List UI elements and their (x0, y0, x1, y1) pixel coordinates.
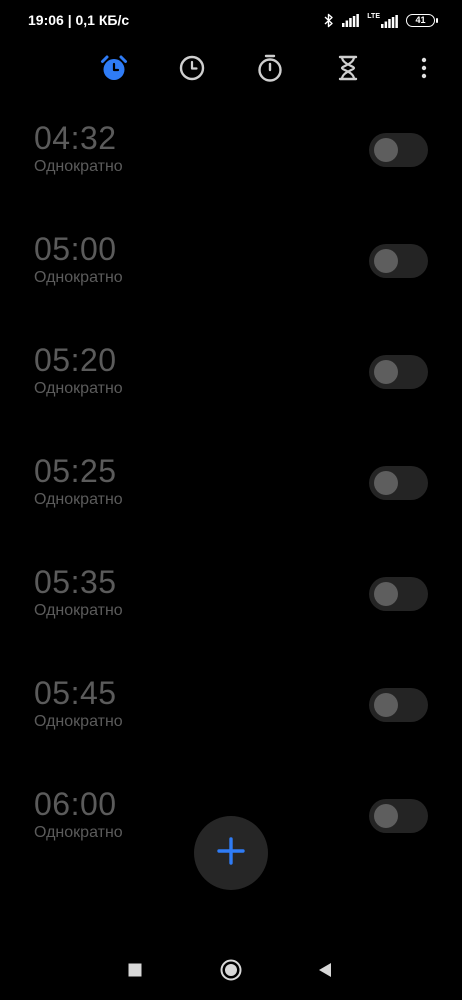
stopwatch-icon (256, 53, 284, 83)
toggle-knob (374, 804, 398, 828)
alarm-toggle[interactable] (369, 244, 428, 278)
toggle-knob (374, 360, 398, 384)
alarm-item[interactable]: 05:00 Однократно (0, 223, 462, 334)
toggle-knob (374, 471, 398, 495)
alarm-toggle[interactable] (369, 577, 428, 611)
status-bar: 19:06 | 0,1 КБ/с LTE 41 (0, 0, 462, 42)
back-icon (317, 961, 333, 984)
alarm-item[interactable]: 05:20 Однократно (0, 334, 462, 445)
alarm-time: 06:00 (34, 786, 117, 822)
toggle-knob (374, 138, 398, 162)
alarm-toggle[interactable] (369, 799, 428, 833)
alarm-item[interactable]: 05:45 Однократно (0, 667, 462, 778)
more-options-button[interactable] (404, 48, 444, 88)
toggle-knob (374, 693, 398, 717)
toggle-knob (374, 249, 398, 273)
network-type: LTE (367, 12, 380, 20)
status-time: 19:06 | 0,1 КБ/с (28, 12, 130, 28)
home-button[interactable] (217, 958, 245, 986)
alarm-repeat: Однократно (34, 713, 123, 730)
alarm-toggle[interactable] (369, 355, 428, 389)
alarm-item[interactable]: 05:35 Однократно (0, 556, 462, 667)
navigation-bar (0, 948, 462, 996)
recents-icon (127, 962, 143, 983)
alarm-repeat: Однократно (34, 491, 123, 508)
signal-icon (342, 13, 360, 27)
recents-button[interactable] (121, 958, 149, 986)
alarm-time: 05:45 (34, 675, 117, 711)
toggle-knob (374, 582, 398, 606)
alarm-time: 05:20 (34, 342, 117, 378)
more-vertical-icon (421, 57, 427, 79)
plus-icon (216, 836, 246, 871)
alarm-clock-icon (99, 53, 129, 83)
alarm-time: 05:25 (34, 453, 117, 489)
alarm-item[interactable]: 04:32 Однократно (0, 112, 462, 223)
alarm-repeat: Однократно (34, 602, 123, 619)
alarm-time: 04:32 (34, 120, 117, 156)
back-button[interactable] (311, 958, 339, 986)
alarm-toggle[interactable] (369, 466, 428, 500)
clock-icon (178, 54, 206, 82)
alarm-repeat: Однократно (34, 380, 123, 397)
alarm-item[interactable]: 05:25 Однократно (0, 445, 462, 556)
home-icon (219, 958, 243, 987)
alarm-repeat: Однократно (34, 824, 123, 841)
alarm-repeat: Однократно (34, 269, 123, 286)
alarm-time: 05:00 (34, 231, 117, 267)
tab-clock[interactable] (172, 48, 212, 88)
battery-level: 41 (415, 15, 426, 25)
alarm-list: 04:32 Однократно 05:00 Однократно 05:20 … (0, 112, 462, 889)
status-icons: LTE 41 (324, 11, 438, 29)
bluetooth-icon (324, 13, 334, 28)
battery-icon: 41 (406, 13, 438, 27)
tab-alarm[interactable] (94, 48, 134, 88)
tab-bar (0, 48, 462, 88)
alarm-toggle[interactable] (369, 688, 428, 722)
hourglass-icon (336, 54, 360, 82)
alarm-toggle[interactable] (369, 133, 428, 167)
add-alarm-button[interactable] (194, 816, 268, 890)
tab-timer[interactable] (328, 48, 368, 88)
tab-stopwatch[interactable] (250, 48, 290, 88)
lte-signal-icon: LTE (367, 13, 398, 28)
alarm-repeat: Однократно (34, 158, 123, 175)
alarm-time: 05:35 (34, 564, 117, 600)
